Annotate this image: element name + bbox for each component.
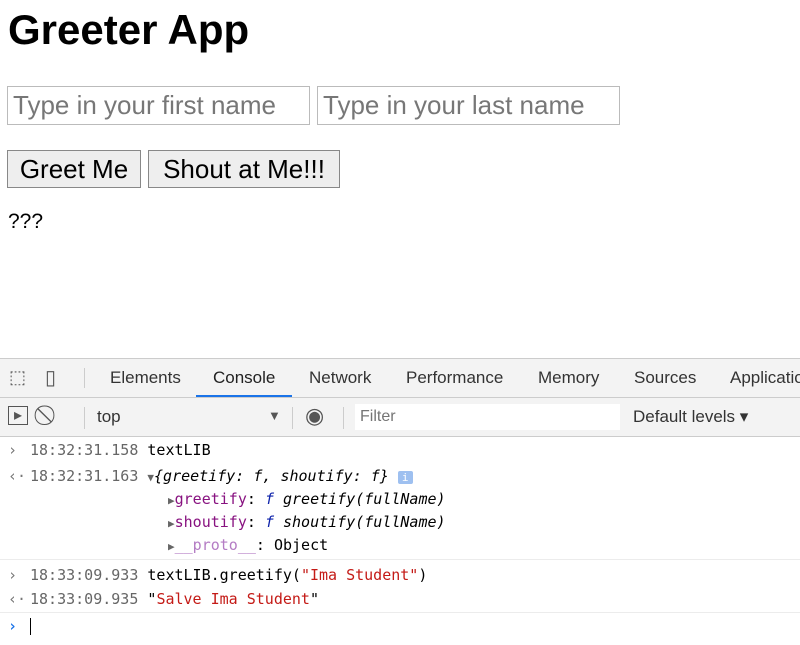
console-toolbar: ▸ ⃠ top ▼ ◉ Default levels ▾ (0, 398, 800, 437)
property-proto[interactable]: ▶__proto__: Object (168, 534, 800, 556)
input-prompt-icon: › (8, 441, 18, 459)
command: textLIB.greetify( (147, 566, 301, 584)
sidebar-toggle-icon[interactable]: ▸ (8, 406, 28, 425)
prop-value: : Object (255, 536, 329, 554)
timestamp: 18:33:09.933 (30, 566, 139, 584)
filter-input[interactable] (355, 404, 620, 430)
prop-sep: : (246, 490, 265, 508)
console-result-line: ‹· 18:33:09.935 "Salve Ima Student" (0, 588, 800, 610)
divider (84, 368, 85, 388)
timestamp: 18:32:31.163 (30, 467, 139, 485)
info-icon[interactable]: i (397, 471, 413, 484)
divider (84, 407, 85, 429)
timestamp: 18:33:09.935 (30, 590, 139, 608)
divider (0, 612, 800, 613)
greet-button[interactable]: Greet Me (7, 150, 141, 188)
first-name-input[interactable] (7, 86, 310, 125)
device-toolbar-icon[interactable]: ▯ (45, 365, 56, 390)
tab-application[interactable]: Application (730, 359, 800, 397)
function-icon: f (264, 513, 274, 531)
inspect-element-icon[interactable]: ⬚ (9, 367, 26, 388)
timestamp: 18:32:31.158 (30, 441, 139, 459)
prop-value: shoutify(fullName) (273, 513, 446, 531)
object-summary: {greetify: f, shoutify: f} (154, 467, 389, 485)
console-prompt[interactable]: › (0, 615, 800, 637)
greeting-output: ??? (8, 210, 44, 233)
command-end: ) (418, 566, 428, 584)
tab-elements[interactable]: Elements (110, 359, 181, 397)
context-select[interactable]: top (97, 407, 121, 427)
property-greetify[interactable]: ▶greetify: f greetify(fullName) (168, 488, 800, 510)
console-input-line: › 18:32:31.158 textLIB (0, 439, 800, 461)
text-cursor (30, 618, 31, 635)
prop-key: greetify (174, 490, 247, 508)
collapse-triangle-icon: ▶ (168, 517, 175, 530)
console-input-line: › 18:33:09.933 textLIB.greetify("Ima Stud… (0, 564, 800, 586)
prop-key: shoutify (174, 513, 247, 531)
prompt-icon: › (8, 617, 18, 635)
tab-performance[interactable]: Performance (406, 359, 503, 397)
prop-key: __proto__ (174, 536, 256, 554)
divider (0, 559, 800, 560)
property-shoutify[interactable]: ▶shoutify: f shoutify(fullName) (168, 511, 800, 533)
input-prompt-icon: › (8, 566, 18, 584)
tab-network[interactable]: Network (309, 359, 371, 397)
tab-console[interactable]: Console (196, 359, 293, 397)
console-result-line[interactable]: ‹· 18:32:31.163 ▼{greetify: f, shoutify: … (0, 465, 800, 487)
prop-value: greetify(fullName) (273, 490, 446, 508)
tab-sources[interactable]: Sources (634, 359, 696, 397)
eye-icon[interactable]: ◉ (305, 403, 324, 429)
last-name-input[interactable] (317, 86, 620, 125)
quote: " (309, 590, 319, 608)
levels-dropdown[interactable]: Default levels ▾ (633, 407, 748, 427)
page-title: Greeter App (8, 6, 250, 53)
command: textLIB (147, 441, 211, 459)
divider (343, 407, 344, 429)
chevron-down-icon[interactable]: ▼ (268, 408, 281, 423)
devtools-panel: ⬚ ▯ Elements Console Network Performance… (0, 358, 800, 645)
result-arrow-icon: ‹· (8, 467, 27, 485)
tab-memory[interactable]: Memory (538, 359, 599, 397)
shout-button[interactable]: Shout at Me!!! (148, 150, 340, 188)
collapse-triangle-icon: ▶ (168, 494, 175, 507)
collapse-triangle-icon: ▶ (168, 540, 175, 553)
command-arg: "Ima Student" (300, 566, 419, 584)
function-icon: f (264, 490, 274, 508)
result-string: Salve Ima Student (156, 590, 310, 608)
devtools-tabbar: ⬚ ▯ Elements Console Network Performance… (0, 359, 800, 398)
divider (292, 407, 293, 429)
prop-sep: : (246, 513, 265, 531)
result-arrow-icon: ‹· (8, 590, 27, 608)
